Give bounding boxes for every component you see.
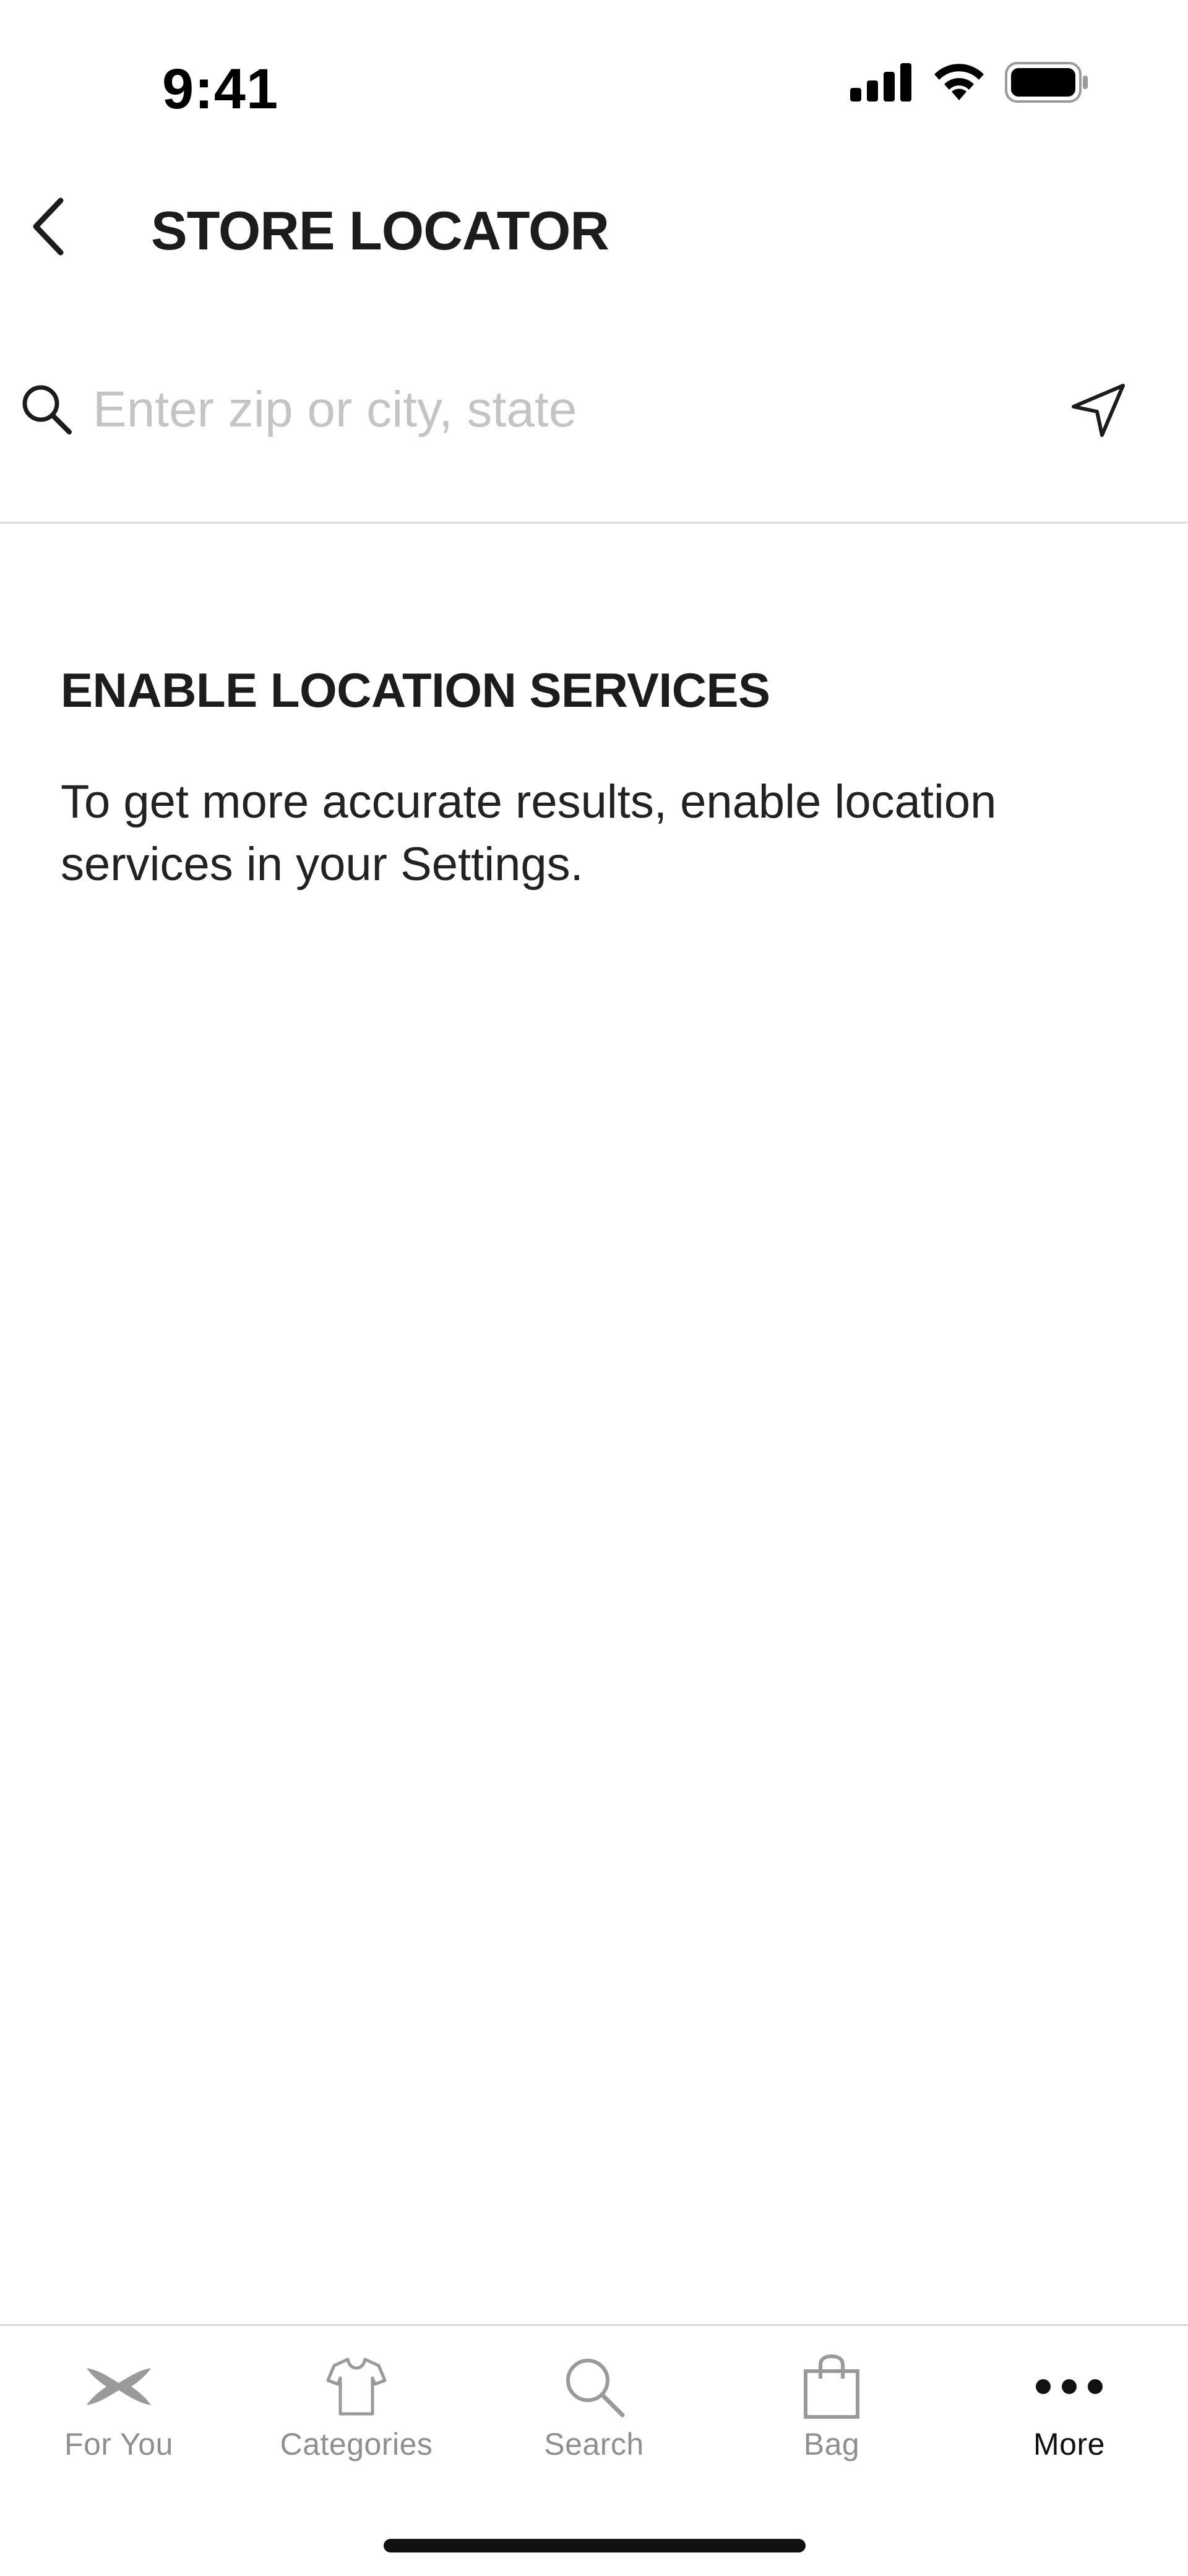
tab-for-you[interactable]: For You bbox=[0, 2326, 238, 2481]
search-input[interactable] bbox=[93, 371, 1009, 448]
more-dots-icon bbox=[1029, 2349, 1109, 2424]
wifi-icon bbox=[931, 62, 988, 106]
tab-bag[interactable]: Bag bbox=[713, 2326, 950, 2481]
shirt-icon bbox=[316, 2349, 397, 2424]
status-bar: 9:41 bbox=[0, 0, 1188, 173]
status-time: 9:41 bbox=[162, 58, 279, 121]
back-button[interactable] bbox=[17, 197, 79, 259]
tab-bar: For You Categories Search Bag More bbox=[0, 2324, 1188, 2576]
tab-label-for-you: For You bbox=[64, 2427, 173, 2461]
tab-more[interactable]: More bbox=[950, 2326, 1188, 2481]
search-icon bbox=[554, 2349, 634, 2424]
status-icons bbox=[850, 62, 1089, 106]
search-icon bbox=[20, 383, 73, 436]
tab-label-categories: Categories bbox=[280, 2427, 433, 2461]
cellular-signal-icon bbox=[850, 63, 913, 105]
tab-categories[interactable]: Categories bbox=[238, 2326, 475, 2481]
location-services-message: To get more accurate results, enable loc… bbox=[61, 776, 997, 891]
home-indicator bbox=[384, 2539, 806, 2552]
location-services-heading: ENABLE LOCATION SERVICES bbox=[61, 663, 770, 717]
shopping-bag-icon bbox=[791, 2349, 872, 2424]
battery-icon bbox=[1005, 62, 1089, 106]
current-location-button[interactable] bbox=[1064, 378, 1132, 446]
tab-label-bag: Bag bbox=[803, 2427, 860, 2461]
page-title: STORE LOCATOR bbox=[151, 200, 609, 261]
tab-label-search: Search bbox=[544, 2427, 644, 2461]
brand-logo-icon bbox=[79, 2349, 159, 2424]
location-arrow-icon bbox=[1069, 381, 1128, 443]
tab-label-more: More bbox=[1033, 2427, 1105, 2461]
header: STORE LOCATOR bbox=[0, 173, 1188, 291]
search-bar bbox=[0, 334, 1188, 524]
tab-search[interactable]: Search bbox=[475, 2326, 713, 2481]
chevron-left-icon bbox=[30, 197, 67, 259]
